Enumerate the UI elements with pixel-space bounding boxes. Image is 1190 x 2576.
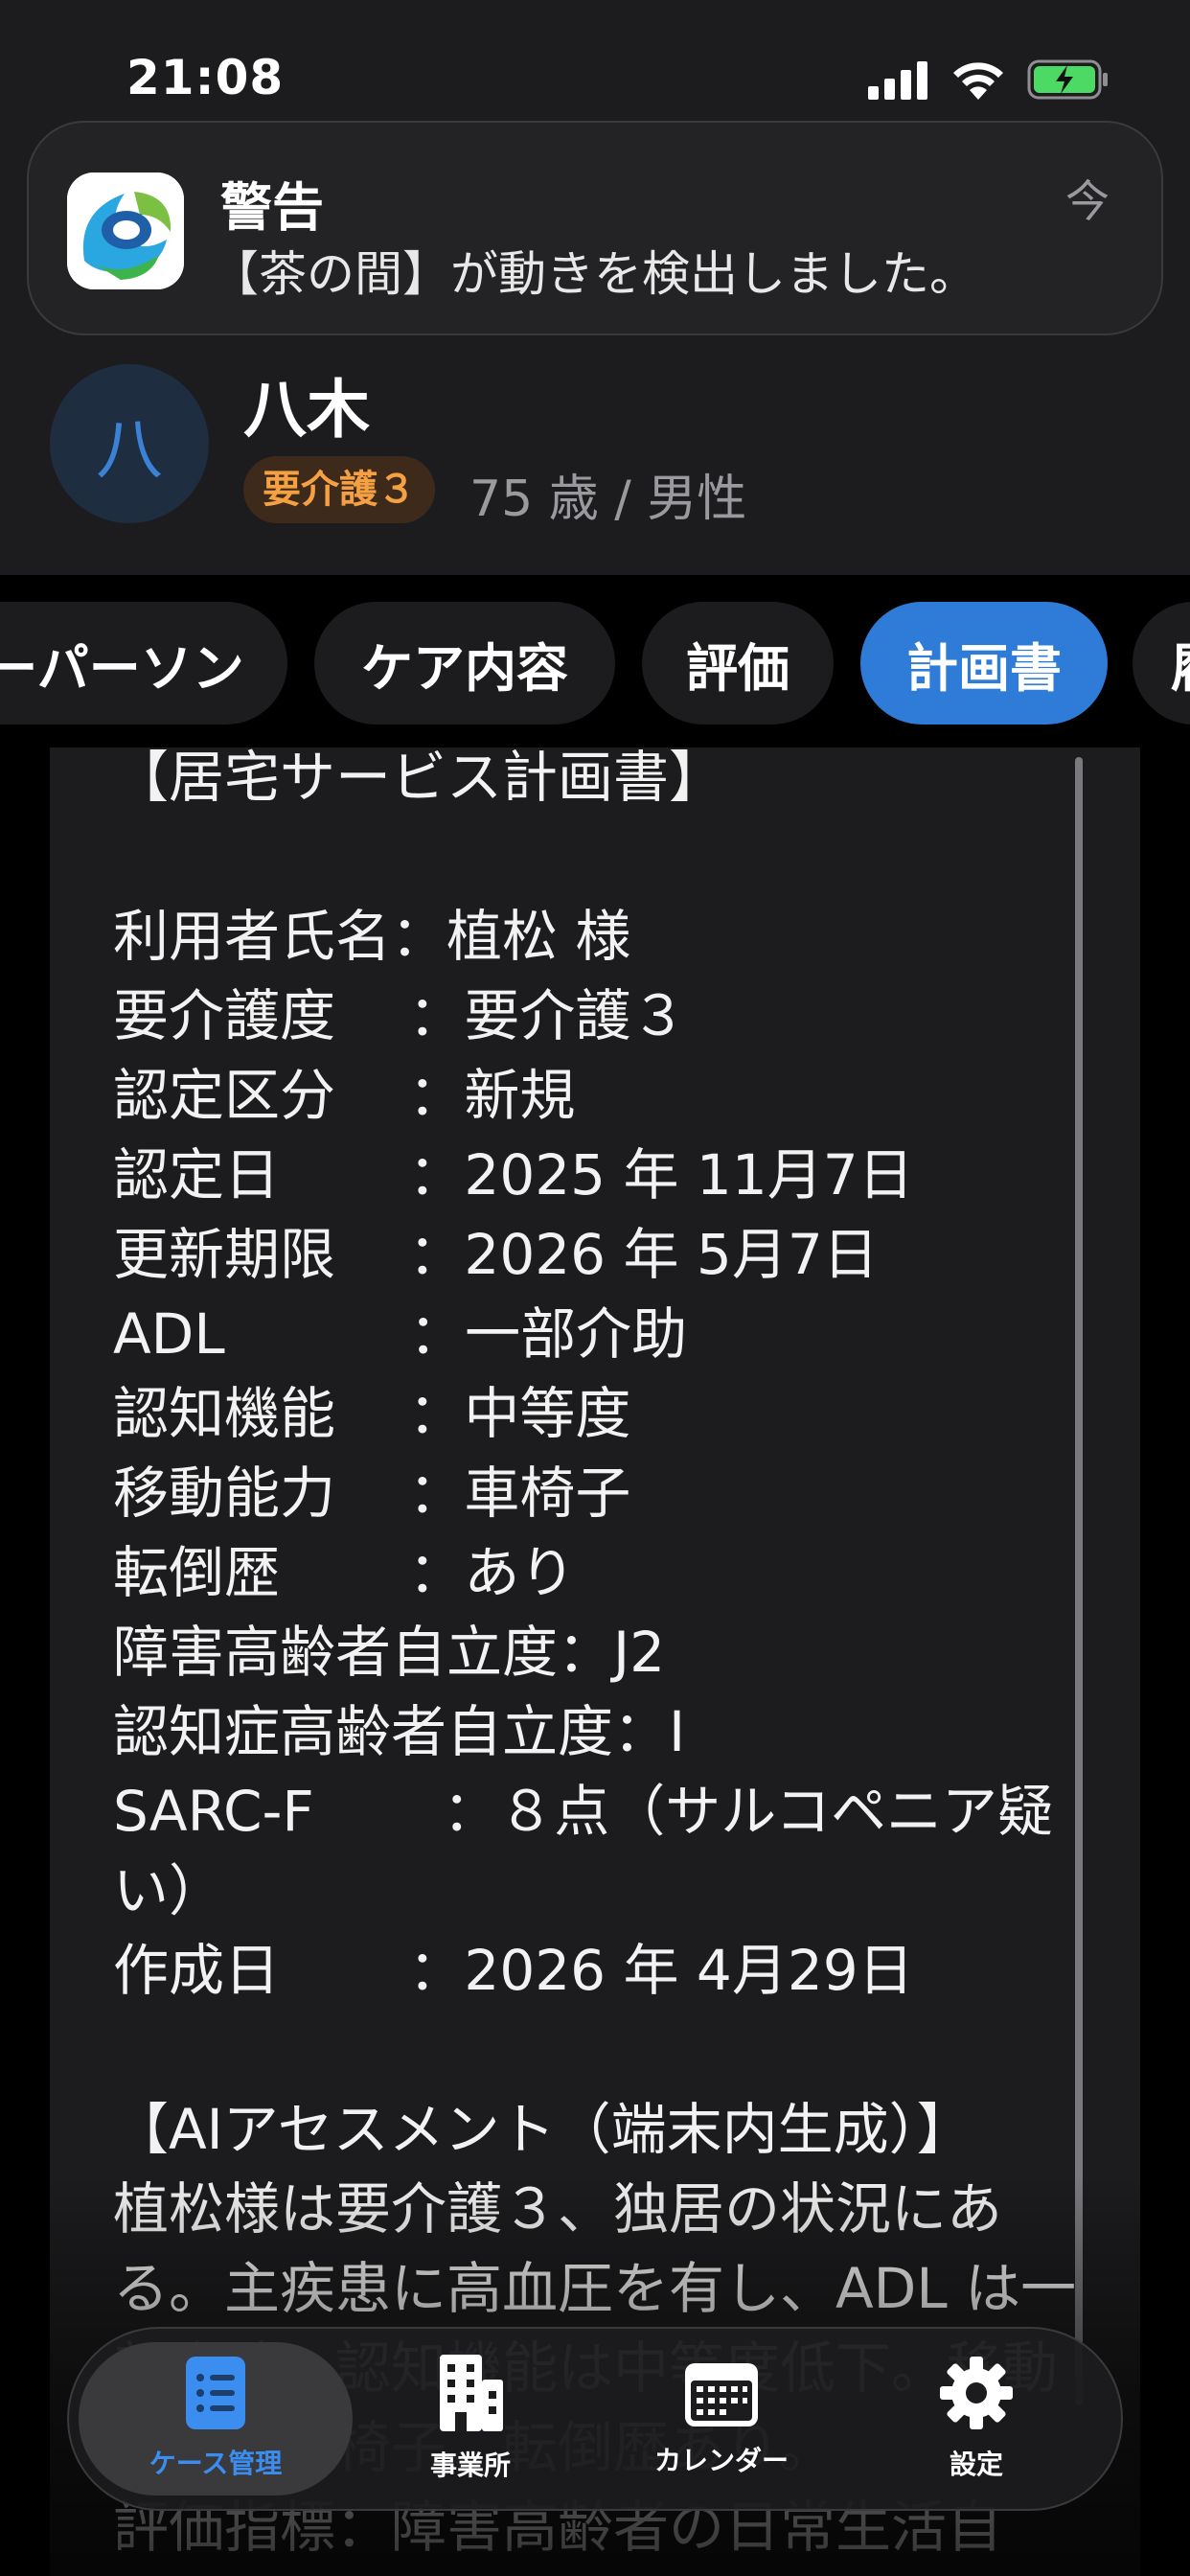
nav-office[interactable]: 事業所 xyxy=(341,2329,600,2509)
status-time: 21:08 xyxy=(126,50,285,105)
patient-name: 八木 xyxy=(243,373,370,447)
patient-age-gender: 75 歳 / 男性 xyxy=(469,471,747,528)
tab-key-person[interactable]: ーパーソン xyxy=(0,602,287,724)
avatar: 八 xyxy=(50,364,209,523)
nav-settings[interactable]: 設定 xyxy=(847,2329,1106,2509)
tab-care-content[interactable]: ケア内容 xyxy=(314,602,615,724)
notification-time: 今 xyxy=(1065,175,1110,227)
nav-label: 設定 xyxy=(949,2449,1003,2480)
tab-bar: ーパーソン ケア内容 評価 計画書 履 xyxy=(0,575,1190,748)
header: 21:08 警告 【茶の間】が動きを検出しました。 今 八 八木 要介護３ 75… xyxy=(0,0,1190,575)
signal-icon xyxy=(868,61,927,100)
scroll-indicator[interactable] xyxy=(1075,757,1083,2405)
calendar-icon xyxy=(685,2363,758,2426)
notification-body: 【茶の間】が動きを検出しました。 xyxy=(211,246,977,302)
care-plan-content[interactable]: 【居宅サービス計画書】 利用者氏名：植松 様 要介護度 ：要介護３ 認定区分 ：… xyxy=(50,748,1140,2576)
tab-care-plan[interactable]: 計画書 xyxy=(860,602,1108,724)
document-list-icon xyxy=(186,2357,245,2429)
notification-banner[interactable]: 警告 【茶の間】が動きを検出しました。 今 xyxy=(27,121,1163,335)
nav-label: 事業所 xyxy=(429,2450,511,2481)
care-level-badge: 要介護３ xyxy=(243,456,435,523)
wifi-icon xyxy=(953,62,1003,100)
status-bar: 21:08 xyxy=(0,0,1190,134)
building-icon xyxy=(440,2355,503,2431)
bottom-navigation: ケース管理 事業所 カレンダー 設定 xyxy=(67,2327,1123,2511)
battery-icon xyxy=(1027,59,1108,100)
tab-history[interactable]: 履 xyxy=(1133,602,1190,724)
gear-icon xyxy=(940,2357,1013,2429)
app-icon xyxy=(67,172,184,289)
nav-calendar[interactable]: カレンダー xyxy=(592,2329,851,2509)
nav-label: カレンダー xyxy=(653,2445,789,2476)
nav-case-management[interactable]: ケース管理 xyxy=(86,2329,345,2509)
notification-title: 警告 xyxy=(220,177,324,238)
tab-evaluation[interactable]: 評価 xyxy=(642,602,834,724)
nav-label: ケース管理 xyxy=(149,2448,283,2479)
